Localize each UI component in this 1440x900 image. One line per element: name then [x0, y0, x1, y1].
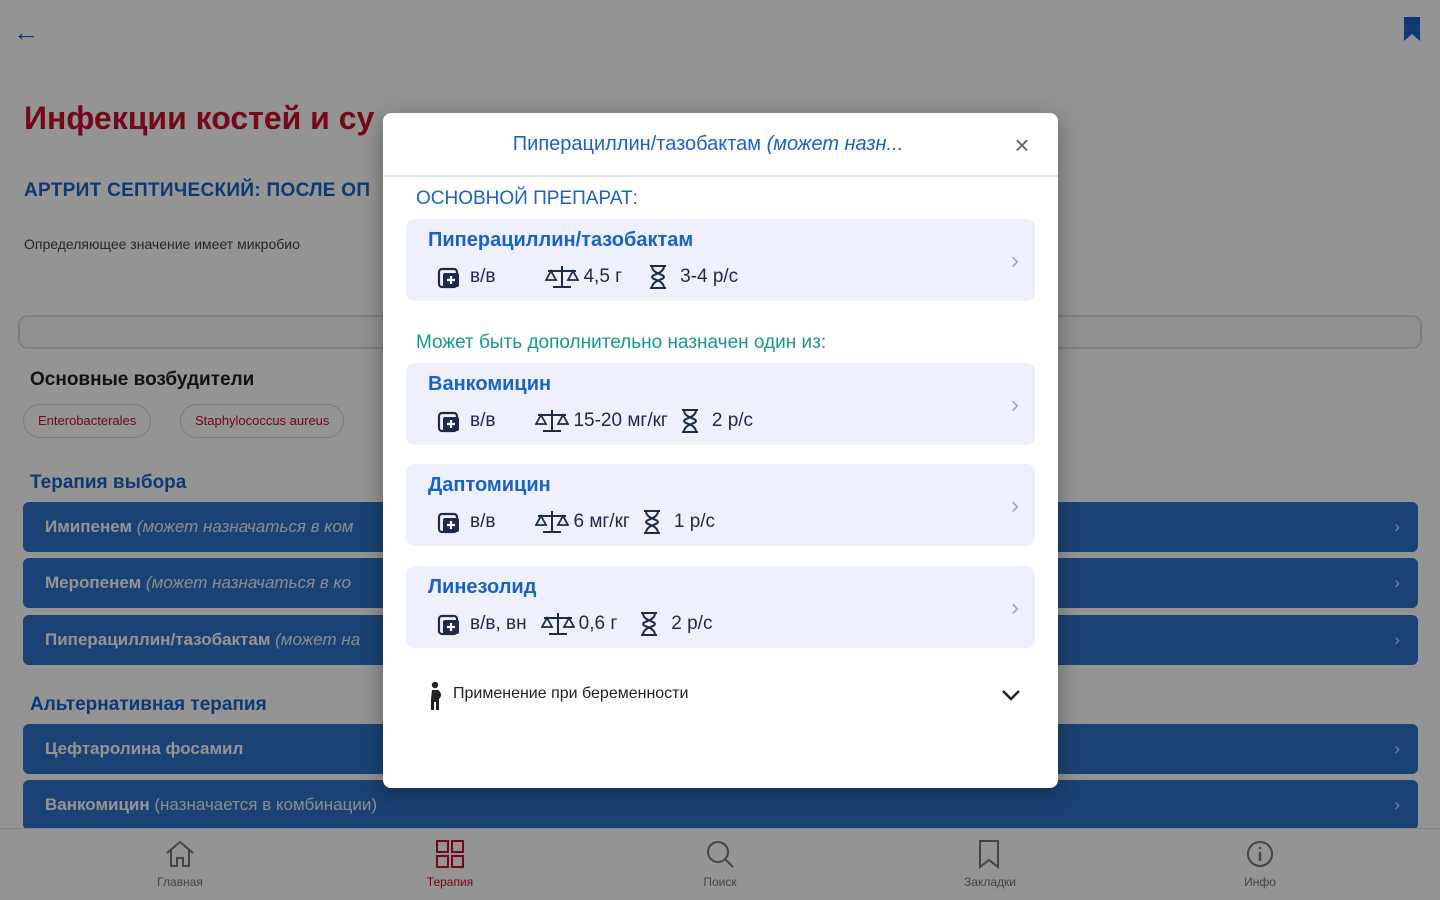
- pregnancy-expander[interactable]: Применение при беременности: [413, 671, 1023, 719]
- main-drug-label: ОСНОВНОЙ ПРЕПАРАТ:: [416, 188, 638, 209]
- drug-dose: 15-20 мг/кг: [573, 410, 668, 431]
- drug-route: в/в: [470, 511, 496, 532]
- drug-frequency: 2 р/с: [711, 410, 754, 431]
- drug-name: Пиперациллин/тазобактам: [428, 229, 694, 251]
- iv-drip-icon: [437, 512, 459, 534]
- hourglass-icon: [641, 612, 658, 636]
- close-button[interactable]: ×: [1008, 131, 1036, 159]
- drug-dosage-row: в/в 4,5 г 3-4 р/с: [436, 263, 738, 291]
- chevron-down-icon: [1002, 690, 1020, 701]
- modal-title: Пиперациллин/тазобактам (может назн...: [443, 133, 973, 156]
- hourglass-icon: [643, 510, 660, 534]
- chevron-right-icon: ›: [1011, 247, 1019, 274]
- pregnancy-label: Применение при беременности: [453, 685, 689, 702]
- drug-route: в/в, вн: [470, 613, 527, 634]
- chevron-right-icon: ›: [1011, 594, 1019, 621]
- additional-drug-card-daptomycin[interactable]: Даптомицин в/в 6 мг/кг 1 р/с ›: [406, 464, 1035, 546]
- scales-icon: [535, 410, 570, 432]
- drug-route: в/в: [470, 410, 496, 431]
- drug-dose: 4,5 г: [583, 266, 623, 287]
- drug-frequency: 2 р/с: [671, 613, 713, 634]
- drug-name: Ванкомицин: [428, 373, 552, 395]
- chevron-right-icon: ›: [1011, 492, 1019, 519]
- scales-icon: [540, 613, 575, 635]
- chevron-right-icon: ›: [1011, 391, 1019, 418]
- modal-header: Пиперациллин/тазобактам (может назн... ×: [383, 113, 1058, 177]
- drug-detail-modal: Пиперациллин/тазобактам (может назн... ×…: [383, 113, 1058, 788]
- drug-name: Даптомицин: [428, 474, 551, 496]
- drug-dosage-row: в/в 15-20 мг/кг 2 р/с: [436, 407, 753, 435]
- drug-dose: 0,6 г: [578, 613, 618, 634]
- hourglass-icon: [681, 409, 698, 433]
- scales-icon: [545, 266, 580, 288]
- modal-title-note: (может назн...: [766, 133, 904, 155]
- additional-drugs-label: Может быть дополнительно назначен один и…: [416, 332, 827, 353]
- additional-drug-card-linezolid[interactable]: Линезолид в/в, вн 0,6 г 2 р/с ›: [406, 566, 1035, 648]
- scales-icon: [535, 511, 570, 533]
- pregnant-woman-icon: [431, 681, 442, 710]
- drug-dose: 6 мг/кг: [573, 511, 630, 532]
- drug-frequency: 1 р/с: [673, 511, 716, 532]
- additional-drug-card-vancomycin[interactable]: Ванкомицин в/в 15-20 мг/кг 2 р/с ›: [406, 363, 1035, 445]
- iv-drip-icon: [437, 411, 459, 433]
- main-drug-card[interactable]: Пиперациллин/тазобактам в/в 4,5 г 3-4 р/…: [406, 219, 1035, 301]
- hourglass-icon: [650, 265, 667, 289]
- drug-dosage-row: в/в 6 мг/кг 1 р/с: [436, 508, 715, 536]
- drug-dosage-row: в/в, вн 0,6 г 2 р/с: [436, 610, 712, 638]
- close-icon: ×: [1014, 130, 1030, 160]
- drug-route: в/в: [470, 266, 496, 287]
- iv-drip-icon: [437, 267, 459, 289]
- drug-frequency: 3-4 р/с: [680, 266, 739, 287]
- modal-title-main: Пиперациллин/тазобактам: [512, 133, 762, 155]
- drug-name: Линезолид: [428, 576, 537, 598]
- iv-drip-icon: [437, 614, 459, 636]
